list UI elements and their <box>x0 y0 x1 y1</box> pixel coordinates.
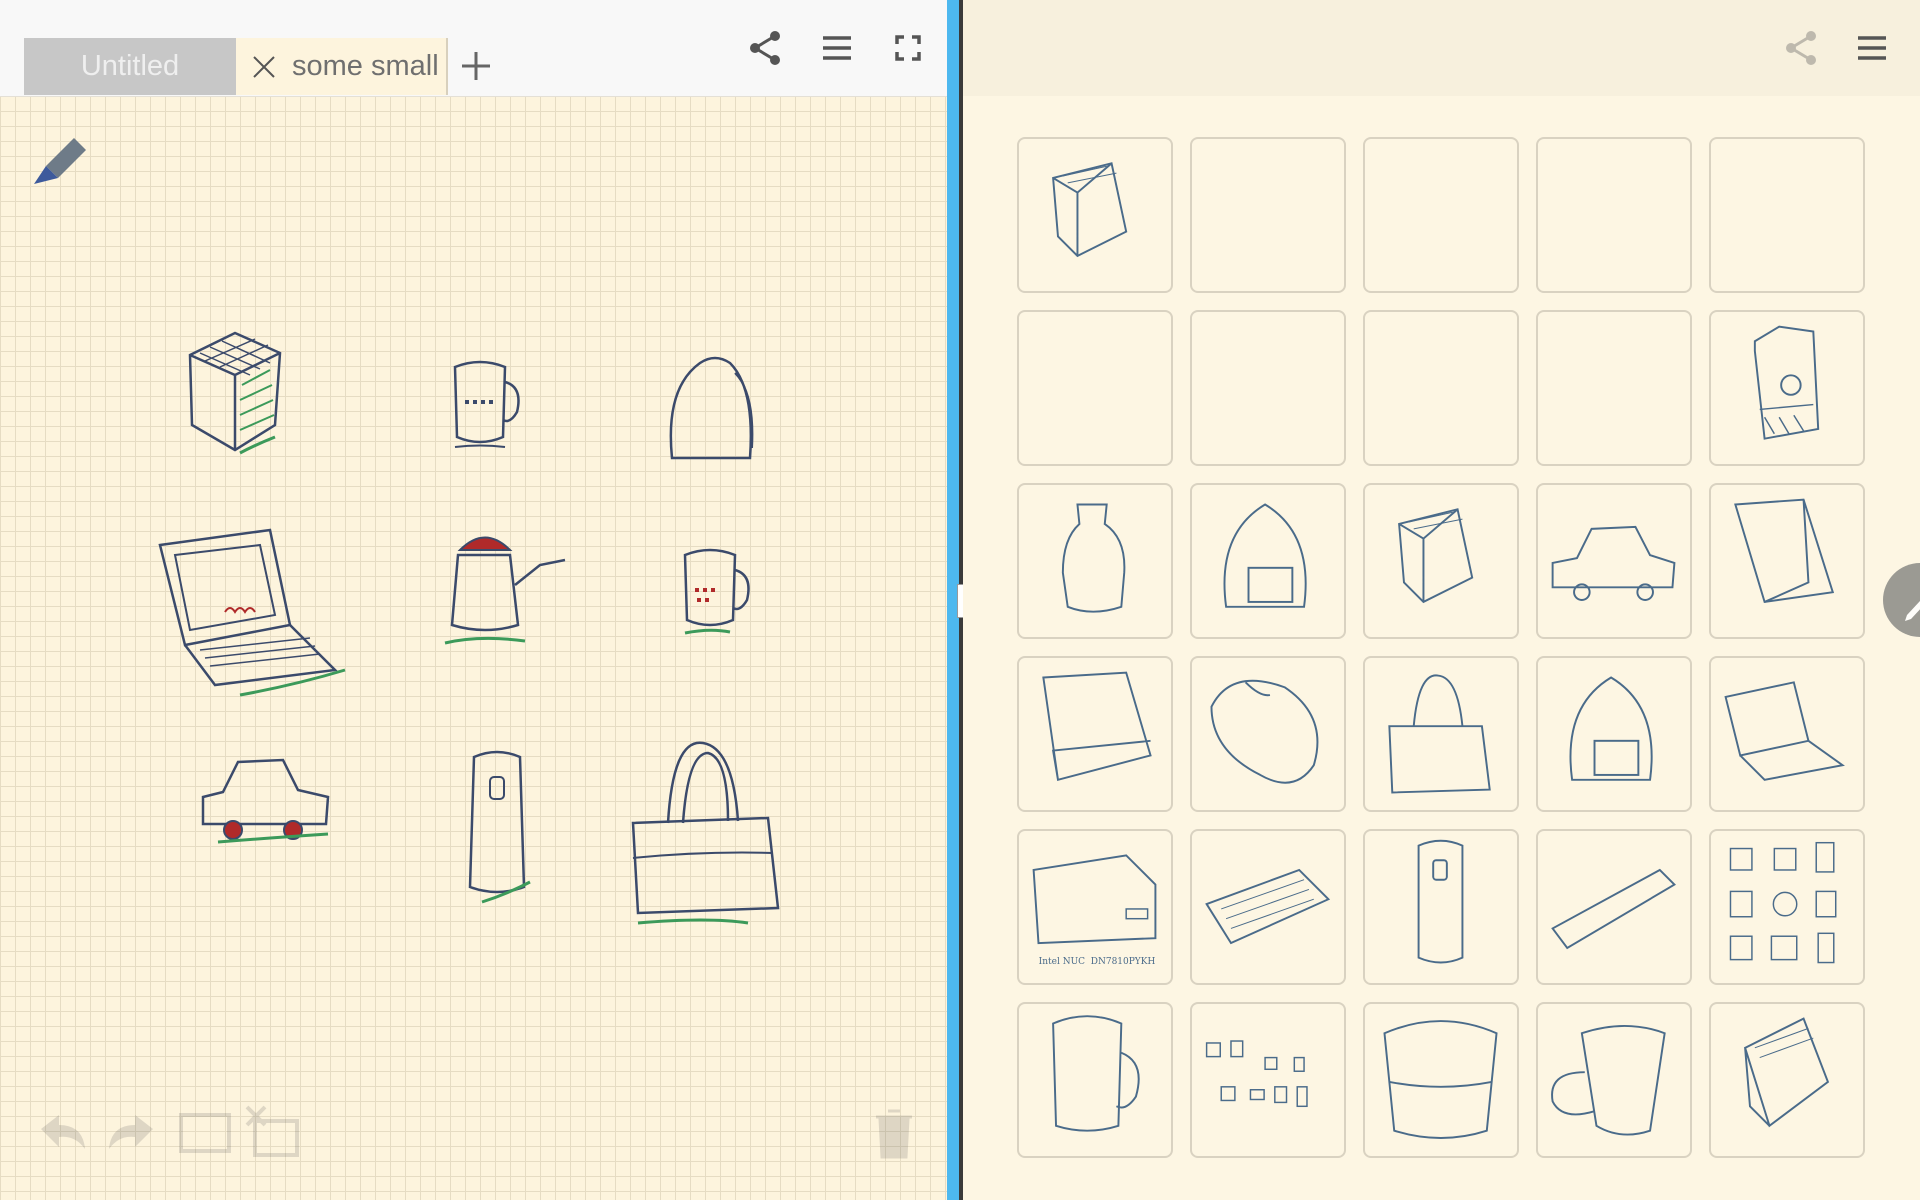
watering-can-sketch <box>444 536 566 645</box>
left-toolbar: Untitled some small <box>0 0 947 97</box>
redo-icon[interactable] <box>103 1105 159 1161</box>
cube-sketch <box>188 331 282 455</box>
bottle-thumbnail-icon <box>1061 503 1126 613</box>
gallery-pane: Intel NUC DN7810PYKH <box>963 0 1920 1200</box>
car-sketch <box>201 758 330 844</box>
pen-icon[interactable] <box>30 126 94 190</box>
gallery-thumbnail[interactable] <box>1536 137 1692 293</box>
thermos-thumbnail-icon <box>1417 839 1464 964</box>
backpack-thumbnail-icon <box>1569 676 1653 781</box>
handbag-thumbnail-icon <box>1388 674 1491 794</box>
gallery-thumbnail[interactable] <box>1709 483 1865 639</box>
gallery-thumbnail[interactable] <box>1709 829 1865 985</box>
undo-icon[interactable] <box>35 1105 91 1161</box>
blank-thumbnail-icon <box>1538 139 1690 291</box>
tab-untitled[interactable]: Untitled <box>24 38 236 95</box>
add-tab-icon[interactable] <box>456 46 496 86</box>
trash-icon[interactable] <box>866 1105 922 1161</box>
gallery-thumbnail[interactable] <box>1190 1002 1346 1158</box>
select-rect-icon[interactable] <box>177 1105 233 1161</box>
blank-thumbnail-icon <box>1192 312 1344 464</box>
keyboard-thumbnail-icon <box>1205 868 1331 945</box>
gallery-thumbnail[interactable]: Intel NUC DN7810PYKH <box>1017 829 1173 985</box>
book-thumbnail-icon <box>1734 498 1835 604</box>
gallery-thumbnail[interactable] <box>1709 137 1865 293</box>
gallery-thumbnail[interactable] <box>1190 310 1346 466</box>
mug-sketch <box>453 360 520 448</box>
blank-thumbnail-icon <box>1019 312 1171 464</box>
pen-thumbnail-icon <box>1551 868 1676 950</box>
gallery-thumbnail[interactable] <box>1536 483 1692 639</box>
collection-small-thumbnail-icon <box>1205 1040 1308 1108</box>
gallery-thumbnail[interactable] <box>1017 1002 1173 1158</box>
milk-carton-thumbnail-icon <box>1753 325 1820 440</box>
share-icon[interactable] <box>1781 28 1821 68</box>
gallery-thumbnail[interactable] <box>1363 483 1519 639</box>
collection-thumbnail-icon <box>1729 841 1837 964</box>
gallery-thumbnail[interactable] <box>1363 656 1519 812</box>
blank-thumbnail-icon <box>1192 139 1344 291</box>
cube-thumbnail-icon <box>1052 162 1128 258</box>
book-box-thumbnail-icon <box>1743 1017 1830 1128</box>
box-thumbnail-icon <box>1042 671 1152 782</box>
gallery-thumbnail[interactable] <box>1017 656 1173 812</box>
gallery-thumbnail[interactable] <box>1363 829 1519 985</box>
gallery-thumbnail[interactable] <box>1363 310 1519 466</box>
pencil-icon <box>1905 601 1920 621</box>
gallery-thumbnail[interactable] <box>1536 829 1692 985</box>
thermos-sketch <box>468 750 531 904</box>
gallery-thumbnail[interactable] <box>1190 829 1346 985</box>
gallery-thumbnail[interactable] <box>1017 137 1173 293</box>
tab-label: Untitled <box>80 50 180 82</box>
gallery-thumbnail[interactable] <box>1017 483 1173 639</box>
gallery-thumbnail[interactable] <box>1536 1002 1692 1158</box>
mug-thumbnail-icon <box>1052 1015 1140 1132</box>
menu-icon[interactable] <box>817 28 857 68</box>
gallery-thumbnail[interactable] <box>1017 310 1173 466</box>
right-toolbar <box>963 0 1920 96</box>
gallery-thumbnail[interactable] <box>1190 137 1346 293</box>
handbag-sketch <box>631 741 780 925</box>
blank-thumbnail-icon <box>1538 312 1690 464</box>
gallery-thumbnail[interactable] <box>1536 656 1692 812</box>
laptop-sketch <box>158 528 346 697</box>
tab-label: some small <box>292 50 439 82</box>
drawing-canvas[interactable]: Untitled some small <box>0 0 947 1200</box>
gallery-thumbnail[interactable] <box>1363 1002 1519 1158</box>
cube-thumbnail-icon <box>1398 508 1474 604</box>
fullscreen-icon[interactable] <box>888 28 928 68</box>
cup-thumbnail-icon <box>1551 1024 1666 1136</box>
tab-some-small[interactable]: some small <box>236 38 448 95</box>
backpack-thumbnail-icon <box>1223 503 1307 608</box>
blank-thumbnail-icon <box>1365 139 1517 291</box>
gallery-thumbnail[interactable] <box>1709 310 1865 466</box>
laptop-thumbnail-icon <box>1724 681 1845 781</box>
mug-red-sketch <box>683 548 750 635</box>
gallery-thumbnail[interactable] <box>1190 483 1346 639</box>
backpack-sketch <box>669 356 754 460</box>
gallery-thumbnail[interactable] <box>1709 1002 1865 1158</box>
gallery-thumbnail[interactable] <box>1536 310 1692 466</box>
gallery-thumbnail[interactable] <box>1190 656 1346 812</box>
blank-thumbnail-icon <box>1711 139 1863 291</box>
blank-thumbnail-icon <box>1365 312 1517 464</box>
share-icon[interactable] <box>745 28 785 68</box>
mouse-thumbnail-icon <box>1210 679 1319 784</box>
gallery-thumbnail[interactable] <box>1709 656 1865 812</box>
gallery-thumbnail[interactable] <box>1363 137 1519 293</box>
nuc-caption: Intel NUC DN7810PYKH <box>1038 957 1156 967</box>
close-icon[interactable] <box>236 54 292 80</box>
bucket-thumbnail-icon <box>1383 1020 1498 1139</box>
car-thumbnail-icon <box>1551 525 1676 601</box>
edit-fab[interactable] <box>1883 563 1920 637</box>
delete-selection-icon[interactable] <box>245 1105 301 1161</box>
menu-icon[interactable] <box>1852 28 1892 68</box>
